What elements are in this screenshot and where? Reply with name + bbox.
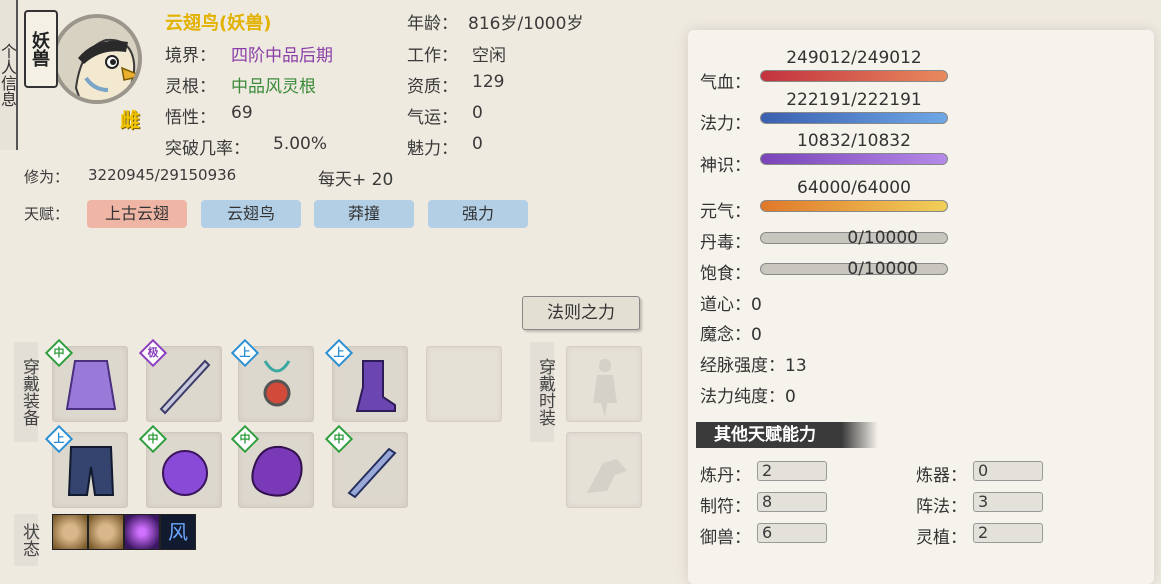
talent-label: 天赋： bbox=[24, 205, 70, 223]
sense-label: 神识： bbox=[700, 156, 751, 176]
wind-rune-icon[interactable]: 风 bbox=[160, 514, 196, 550]
hp-label: 气血： bbox=[700, 73, 751, 93]
planting-value: 2 bbox=[973, 523, 1043, 543]
root-value: 中品风灵根 bbox=[231, 77, 316, 97]
gender-badge: 雌 bbox=[120, 108, 140, 132]
refining-value: 0 bbox=[973, 461, 1043, 481]
daily-gain: 每天+ 20 bbox=[318, 170, 394, 190]
refining-label: 炼器： bbox=[916, 466, 967, 486]
comprehension-value: 69 bbox=[231, 103, 253, 123]
cultivation-value: 3220945/29150936 bbox=[88, 166, 237, 184]
hp-value: 249012/249012 bbox=[786, 48, 922, 68]
beast-taming-value: 6 bbox=[757, 523, 827, 543]
purple-vortex-icon[interactable] bbox=[124, 514, 160, 550]
equipment-slot[interactable]: 上 bbox=[324, 338, 408, 422]
sense-bar bbox=[760, 153, 948, 165]
taiji-icon[interactable] bbox=[52, 514, 88, 550]
bird-portrait-icon bbox=[52, 14, 142, 104]
law-power-button[interactable]: 法则之力 bbox=[522, 296, 640, 330]
avatar[interactable]: 妖兽 雌 bbox=[22, 0, 152, 140]
talent-tag[interactable]: 上古云翅 bbox=[87, 200, 187, 228]
talent-tag[interactable]: 强力 bbox=[428, 200, 528, 228]
empty-slot-icon bbox=[427, 347, 503, 423]
talent-tag[interactable]: 云翅鸟 bbox=[201, 200, 301, 228]
food-value: 0/10000 bbox=[847, 259, 918, 279]
vital-bar bbox=[760, 200, 948, 212]
mana-purity: 法力纯度：0 bbox=[700, 387, 796, 407]
type-badge: 妖兽 bbox=[24, 10, 58, 88]
planting-label: 灵植： bbox=[916, 528, 967, 548]
sense-value: 10832/10832 bbox=[797, 131, 911, 151]
aptitude-value: 129 bbox=[472, 72, 505, 92]
breakthrough-value: 5.00% bbox=[273, 134, 328, 154]
formation-value: 3 bbox=[973, 492, 1043, 512]
cultivation-label: 修为： bbox=[24, 168, 70, 186]
demon-thought: 魔念：0 bbox=[700, 325, 762, 345]
equipment-slot[interactable]: 上 bbox=[230, 338, 314, 422]
job-label: 工作： bbox=[407, 46, 458, 66]
fashion-slot-mount[interactable] bbox=[566, 432, 642, 508]
talent-tag[interactable]: 莽撞 bbox=[314, 200, 414, 228]
equipment-slot[interactable]: 中 bbox=[44, 338, 128, 422]
equipment-slot[interactable]: 极 bbox=[138, 338, 222, 422]
mp-value: 222191/222191 bbox=[786, 90, 922, 110]
charm-value: 0 bbox=[472, 134, 483, 154]
equipment-slot[interactable]: 中 bbox=[230, 424, 314, 508]
realm-value: 四阶中品后期 bbox=[231, 46, 333, 66]
beast-taming-label: 御兽： bbox=[700, 528, 751, 548]
fashion-slot-weapon[interactable] bbox=[566, 346, 642, 422]
age-label: 年龄： bbox=[407, 14, 458, 34]
equipment-slot[interactable]: 中 bbox=[324, 424, 408, 508]
vital-label: 元气： bbox=[700, 202, 751, 222]
taiji-icon[interactable] bbox=[88, 514, 124, 550]
luck-value: 0 bbox=[472, 103, 483, 123]
alchemy-label: 炼丹： bbox=[700, 466, 751, 486]
root-label: 灵根： bbox=[165, 77, 216, 97]
page-title-banner: 个人信息 bbox=[0, 0, 18, 150]
age-value: 816岁/1000岁 bbox=[468, 14, 584, 34]
poison-label: 丹毒： bbox=[700, 233, 751, 253]
meridian-strength: 经脉强度：13 bbox=[700, 356, 807, 376]
equipment-slot[interactable]: 上 bbox=[44, 424, 128, 508]
breakthrough-label: 突破几率： bbox=[165, 139, 250, 159]
aptitude-label: 资质： bbox=[407, 77, 458, 97]
character-name: 云翅鸟(妖兽) bbox=[165, 13, 272, 34]
luck-label: 气运： bbox=[407, 108, 458, 128]
alchemy-value: 2 bbox=[757, 461, 827, 481]
talisman-value: 8 bbox=[757, 492, 827, 512]
runner-silhouette-icon bbox=[587, 459, 627, 493]
vital-value: 64000/64000 bbox=[797, 178, 911, 198]
equipment-slot[interactable]: 中 bbox=[138, 424, 222, 508]
mp-label: 法力： bbox=[700, 114, 751, 134]
equipment-side-label: 穿戴装备 bbox=[14, 342, 39, 442]
talisman-label: 制符： bbox=[700, 497, 751, 517]
fashion-side-label: 穿戴时装 bbox=[530, 342, 555, 442]
status-side-label: 状态 bbox=[14, 514, 39, 566]
food-label: 饱食： bbox=[700, 264, 751, 284]
charm-label: 魅力： bbox=[407, 139, 458, 159]
dao-heart: 道心：0 bbox=[700, 295, 762, 315]
hp-bar bbox=[760, 70, 948, 82]
equipment-slot[interactable] bbox=[426, 346, 502, 422]
poison-value: 0/10000 bbox=[847, 228, 918, 248]
comprehension-label: 悟性： bbox=[165, 108, 216, 128]
realm-label: 境界： bbox=[165, 46, 216, 66]
figure-silhouette-icon bbox=[593, 359, 617, 417]
mp-bar bbox=[760, 112, 948, 124]
job-value: 空闲 bbox=[472, 46, 506, 66]
formation-label: 阵法： bbox=[916, 497, 967, 517]
other-talents-header: 其他天赋能力 bbox=[696, 422, 878, 448]
